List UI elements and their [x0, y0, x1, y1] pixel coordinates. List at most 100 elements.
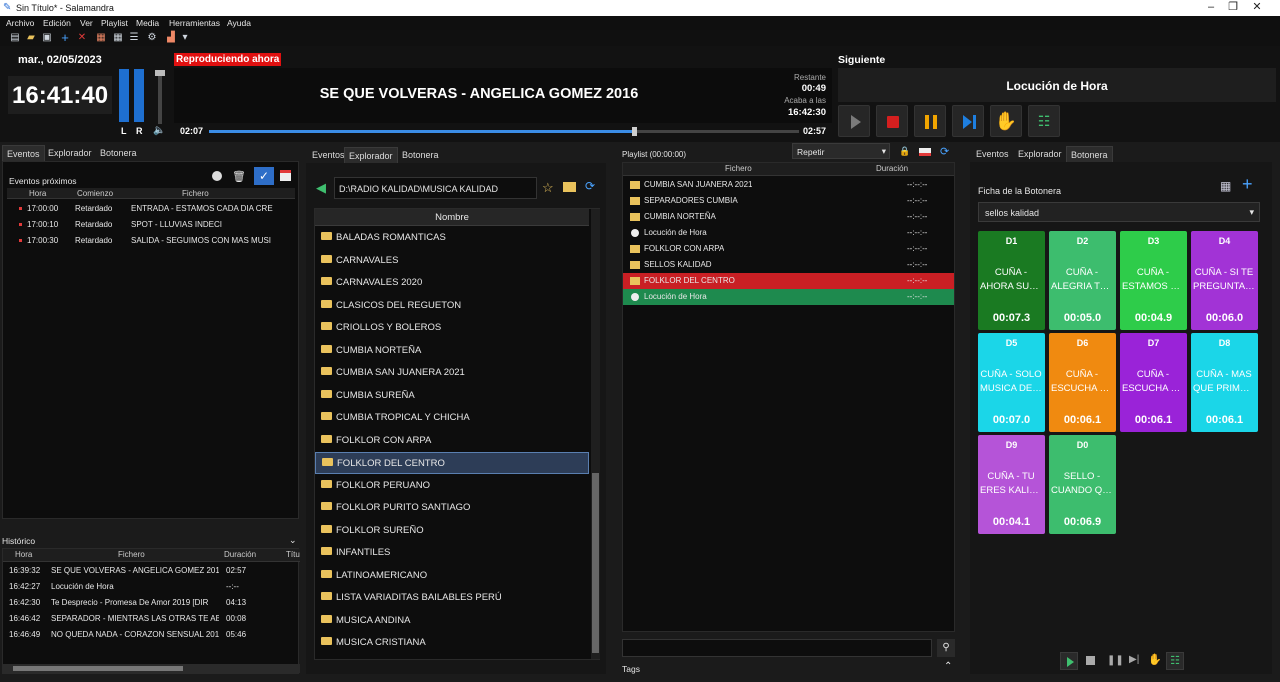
- playlist-item[interactable]: CUMBIA SAN JUANERA 2021 --:--:--: [623, 177, 954, 193]
- pad-d7[interactable]: D7 CUÑA - ESCUCHA LO... 00:06.1: [1120, 333, 1187, 432]
- folder-item[interactable]: LATINOAMERICANO: [315, 565, 589, 587]
- horizontal-scrollbar[interactable]: [3, 664, 300, 673]
- chevron-down-icon[interactable]: ▾: [179, 32, 191, 44]
- next-track-button[interactable]: [952, 105, 984, 137]
- table-row[interactable]: 17:00:10 Retardado SPOT - LLUVIAS INDECI: [7, 217, 295, 233]
- next-track-button[interactable]: ▶|: [1129, 654, 1139, 665]
- open-folder-icon[interactable]: ▰: [25, 32, 37, 44]
- delete-icon[interactable]: ✕: [76, 32, 88, 44]
- header-fichero[interactable]: Fichero: [118, 550, 145, 559]
- header-duracion[interactable]: Duración: [224, 550, 256, 559]
- pause-button[interactable]: [914, 105, 946, 137]
- chevron-down-icon[interactable]: ⌄: [289, 535, 297, 546]
- hand-icon[interactable]: ✋: [1148, 653, 1162, 666]
- folder-item[interactable]: CLASICOS DEL REGUETON: [315, 295, 589, 317]
- stop-button[interactable]: [1086, 656, 1095, 665]
- path-input[interactable]: D:\RADIO KALIDAD\MUSICA KALIDAD: [334, 177, 537, 199]
- menu-edicion[interactable]: Edición: [43, 18, 71, 28]
- hand-icon[interactable]: ✋: [990, 105, 1022, 137]
- binoculars-icon[interactable]: ⚲: [937, 639, 955, 657]
- pause-button[interactable]: ❚❚: [1107, 655, 1124, 666]
- back-arrow-icon[interactable]: ◀: [316, 180, 326, 196]
- playlist-item[interactable]: SEPARADORES CUMBIA --:--:--: [623, 193, 954, 209]
- table-row[interactable]: 16:46:42 SEPARADOR - MIENTRAS LAS OTRAS T…: [3, 611, 300, 627]
- equalizer-icon[interactable]: ☷: [1166, 652, 1184, 670]
- playlist-item[interactable]: Locución de Hora --:--:--: [623, 225, 954, 241]
- folder-item[interactable]: LISTA VARIADITAS BAILABLES PERÚ: [315, 587, 589, 609]
- flag-icon[interactable]: [919, 148, 931, 156]
- header-fichero[interactable]: Fichero: [182, 189, 209, 198]
- save-icon[interactable]: ▣: [41, 32, 53, 44]
- folder-item[interactable]: FOLKLOR PURITO SANTIAGO: [315, 497, 589, 519]
- calendar-icon[interactable]: ▦: [95, 32, 107, 44]
- menu-media[interactable]: Media: [136, 18, 159, 28]
- header-comienzo[interactable]: Comienzo: [77, 189, 113, 198]
- folder-item[interactable]: INFANTILES: [315, 542, 589, 564]
- pad-d4[interactable]: D4 CUÑA - SI TE PREGUNTAN... 00:06.0: [1191, 231, 1258, 330]
- table-row[interactable]: 16:42:27 Locución de Hora --:--: [3, 579, 300, 595]
- playlist-item[interactable]: FOLKLOR DEL CENTRO --:--:--: [623, 273, 954, 289]
- tab-explorador[interactable]: Explorador: [44, 145, 96, 161]
- folder-item[interactable]: CUMBIA NORTEÑA: [315, 340, 589, 362]
- search-input[interactable]: [622, 639, 932, 657]
- pad-d3[interactable]: D3 CUÑA - ESTAMOS EN... 00:04.9: [1120, 231, 1187, 330]
- header-fichero[interactable]: Fichero: [725, 164, 752, 173]
- folder-item[interactable]: CUMBIA SAN JUANERA 2021: [315, 362, 589, 384]
- tab-eventos[interactable]: Eventos: [308, 147, 349, 163]
- tab-eventos[interactable]: Eventos: [2, 145, 45, 161]
- pad-d6[interactable]: D6 CUÑA - ESCUCHA LO... 00:06.1: [1049, 333, 1116, 432]
- botonera-select[interactable]: sellos kalidad ▾: [978, 202, 1260, 222]
- folder-item[interactable]: FOLKLOR CON ARPA: [315, 430, 589, 452]
- tab-botonera[interactable]: Botonera: [1066, 146, 1113, 162]
- folder-item[interactable]: MUSICA CRISTIANA: [315, 632, 589, 654]
- table-row[interactable]: 17:00:30 Retardado SALIDA - SEGUIMOS CON M…: [7, 233, 295, 249]
- close-button[interactable]: ✕: [1234, 0, 1280, 16]
- header-hora[interactable]: Hora: [15, 550, 32, 559]
- playlist-item[interactable]: FOLKLOR CON ARPA --:--:--: [623, 241, 954, 257]
- table-row[interactable]: 16:46:49 NO QUEDA NADA - CORAZON SENSUAL …: [3, 627, 300, 643]
- folder-item[interactable]: MUSICA ANDINA: [315, 610, 589, 632]
- chart-icon[interactable]: ▟: [165, 32, 177, 44]
- refresh-icon[interactable]: ⟳: [940, 145, 949, 158]
- pad-d1[interactable]: D1 CUÑA - AHORA SUEN... 00:07.3: [978, 231, 1045, 330]
- grid-icon[interactable]: ▦: [1220, 179, 1231, 193]
- playlist-item[interactable]: CUMBIA NORTEÑA --:--:--: [623, 209, 954, 225]
- menu-ayuda[interactable]: Ayuda: [227, 18, 251, 28]
- play-button[interactable]: [838, 105, 870, 137]
- repeat-select[interactable]: Repetir ▾: [792, 143, 890, 159]
- tab-botonera[interactable]: Botonera: [398, 147, 443, 163]
- tab-botonera[interactable]: Botonera: [96, 145, 141, 161]
- folder-item[interactable]: FOLKLOR PERUANO: [315, 475, 589, 497]
- speaker-icon[interactable]: 🔈: [153, 125, 165, 136]
- playlist-item[interactable]: SELLOS KALIDAD --:--:--: [623, 257, 954, 273]
- equalizer-icon[interactable]: ☷: [1028, 105, 1060, 137]
- folder-item[interactable]: CARNAVALES 2020: [315, 272, 589, 294]
- playlist-item[interactable]: Locución de Hora --:--:--: [623, 289, 954, 305]
- table-row[interactable]: 16:39:32 SE QUE VOLVERAS - ANGELICA GOMEZ…: [3, 563, 300, 579]
- folder-item[interactable]: BALADAS ROMANTICAS: [315, 227, 589, 249]
- pad-d5[interactable]: D5 CUÑA - SOLO MUSICA DE C... 00:07.0: [978, 333, 1045, 432]
- menu-ver[interactable]: Ver: [80, 18, 93, 28]
- new-file-icon[interactable]: ▤: [9, 32, 21, 44]
- grid-icon[interactable]: ▦: [112, 32, 124, 44]
- folder-item[interactable]: CUMBIA TROPICAL Y CHICHA: [315, 407, 589, 429]
- progress-bar[interactable]: [209, 127, 799, 136]
- volume-slider[interactable]: [155, 70, 165, 124]
- folder-item[interactable]: CARNAVALES: [315, 250, 589, 272]
- play-button[interactable]: [1060, 652, 1078, 670]
- header-titulo[interactable]: Títu: [286, 550, 300, 559]
- folder-item[interactable]: FOLKLOR SUREÑO: [315, 520, 589, 542]
- menu-archivo[interactable]: Archivo: [6, 18, 34, 28]
- menu-playlist[interactable]: Playlist: [101, 18, 128, 28]
- header-duracion[interactable]: Duración: [876, 164, 908, 173]
- tab-eventos[interactable]: Eventos: [972, 146, 1013, 162]
- chevron-up-icon[interactable]: ⌃: [944, 661, 952, 672]
- record-icon[interactable]: [212, 171, 222, 181]
- add-icon[interactable]: +: [1242, 174, 1253, 195]
- folder-item[interactable]: CUMBIA SUREÑA: [315, 385, 589, 407]
- table-row[interactable]: 16:42:30 Te Desprecio - Promesa De Amor 2…: [3, 595, 300, 611]
- folder-item[interactable]: CRIOLLOS Y BOLEROS: [315, 317, 589, 339]
- add-icon[interactable]: +: [59, 31, 71, 44]
- tab-explorador[interactable]: Explorador: [1014, 146, 1066, 162]
- pad-d8[interactable]: D8 CUÑA - MAS QUE PRIMER... 00:06.1: [1191, 333, 1258, 432]
